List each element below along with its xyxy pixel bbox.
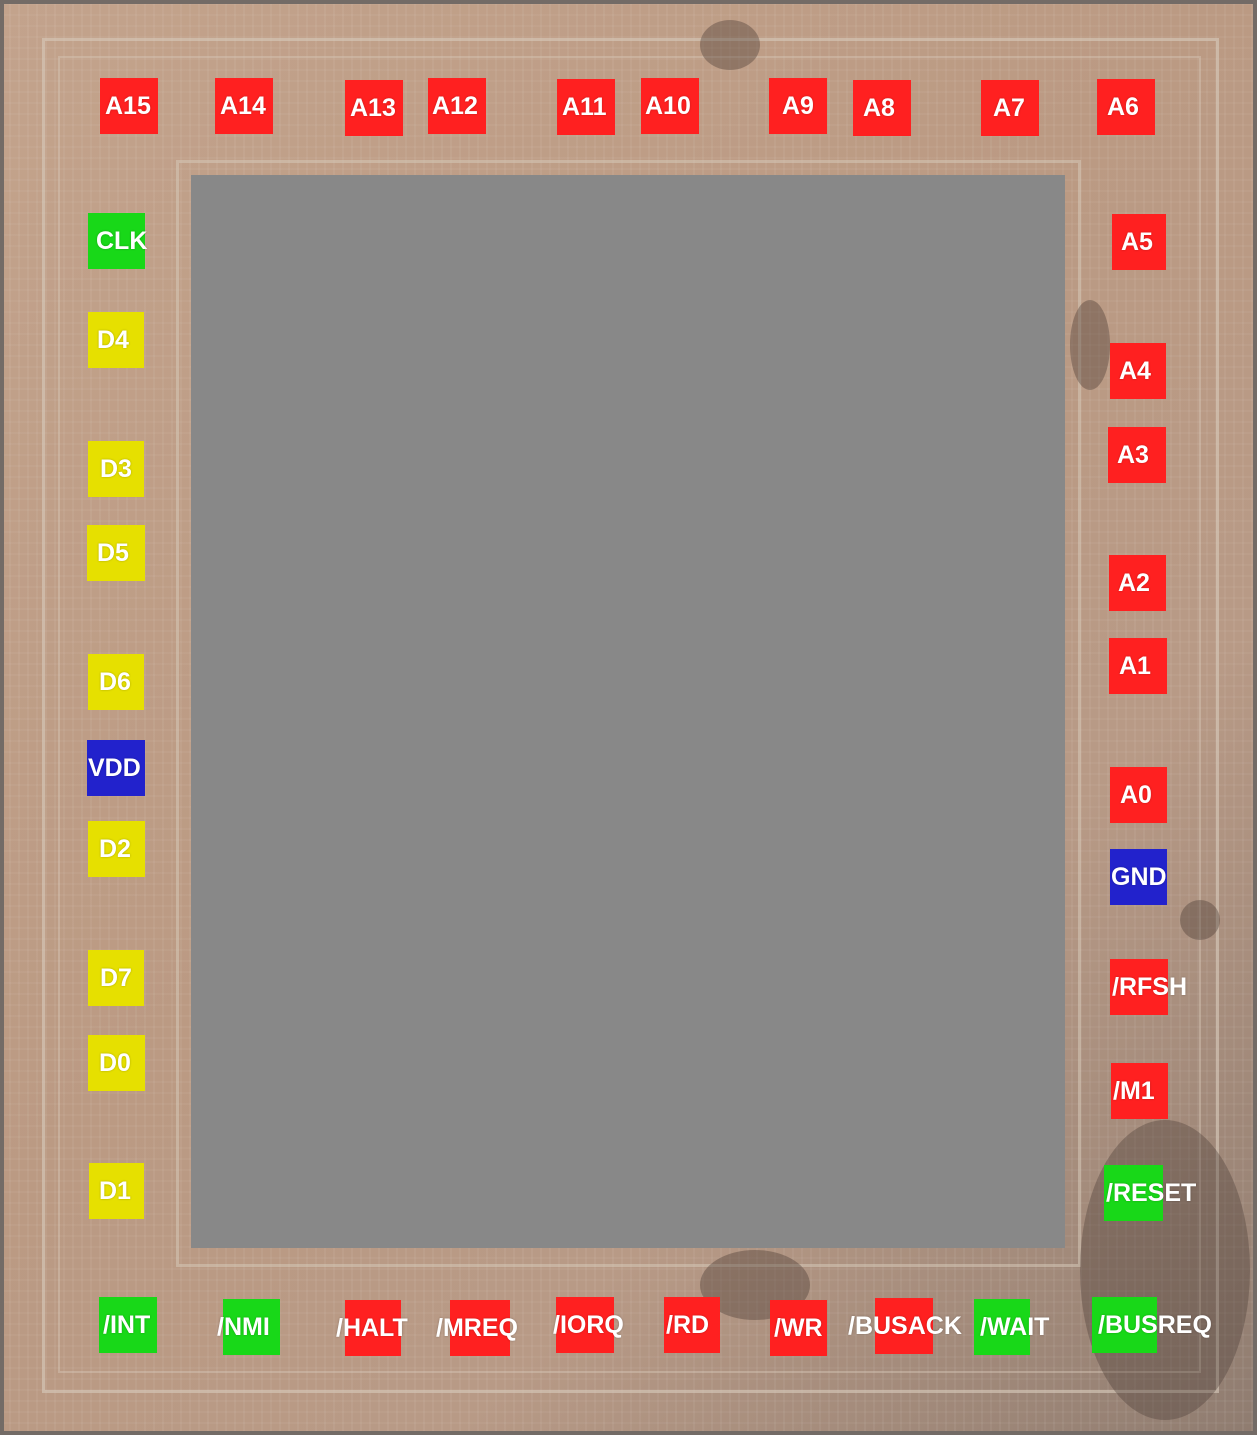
pad-label: CLK — [96, 226, 148, 255]
pad-label: A0 — [1120, 780, 1152, 809]
pad-label: D0 — [99, 1048, 131, 1077]
pad-label: A6 — [1107, 92, 1139, 121]
die-stain — [1070, 300, 1110, 390]
pad-label: D5 — [97, 538, 129, 567]
pad-label: D7 — [100, 963, 132, 992]
core-logic-region — [191, 175, 1065, 1248]
pad-label: VDD — [88, 753, 141, 782]
pad-label: /M1 — [1113, 1076, 1155, 1105]
chip-die: A15 A14 A13 A12 A11 A10 A9 A8 A7 A6 A5 A4 A3 A2 A1 A0 GN… — [0, 0, 1257, 1435]
pad-label: A4 — [1119, 356, 1151, 385]
pad-label: A1 — [1119, 651, 1151, 680]
pad-label: /RFSH — [1112, 972, 1187, 1001]
pad-label: A3 — [1117, 440, 1149, 469]
pad-label: A5 — [1121, 227, 1153, 256]
pad-label: D6 — [99, 667, 131, 696]
die-stain — [700, 20, 760, 70]
pad-label: GND — [1111, 862, 1167, 891]
pad-label: D3 — [100, 454, 132, 483]
pad-label: A2 — [1118, 568, 1150, 597]
pad-label: /RESET — [1106, 1178, 1197, 1207]
pad-label: /INT — [103, 1310, 151, 1339]
pad-label: D2 — [99, 834, 131, 863]
pad-label: D4 — [97, 325, 129, 354]
die-stain — [1180, 900, 1220, 940]
pad-label: D1 — [99, 1176, 131, 1205]
